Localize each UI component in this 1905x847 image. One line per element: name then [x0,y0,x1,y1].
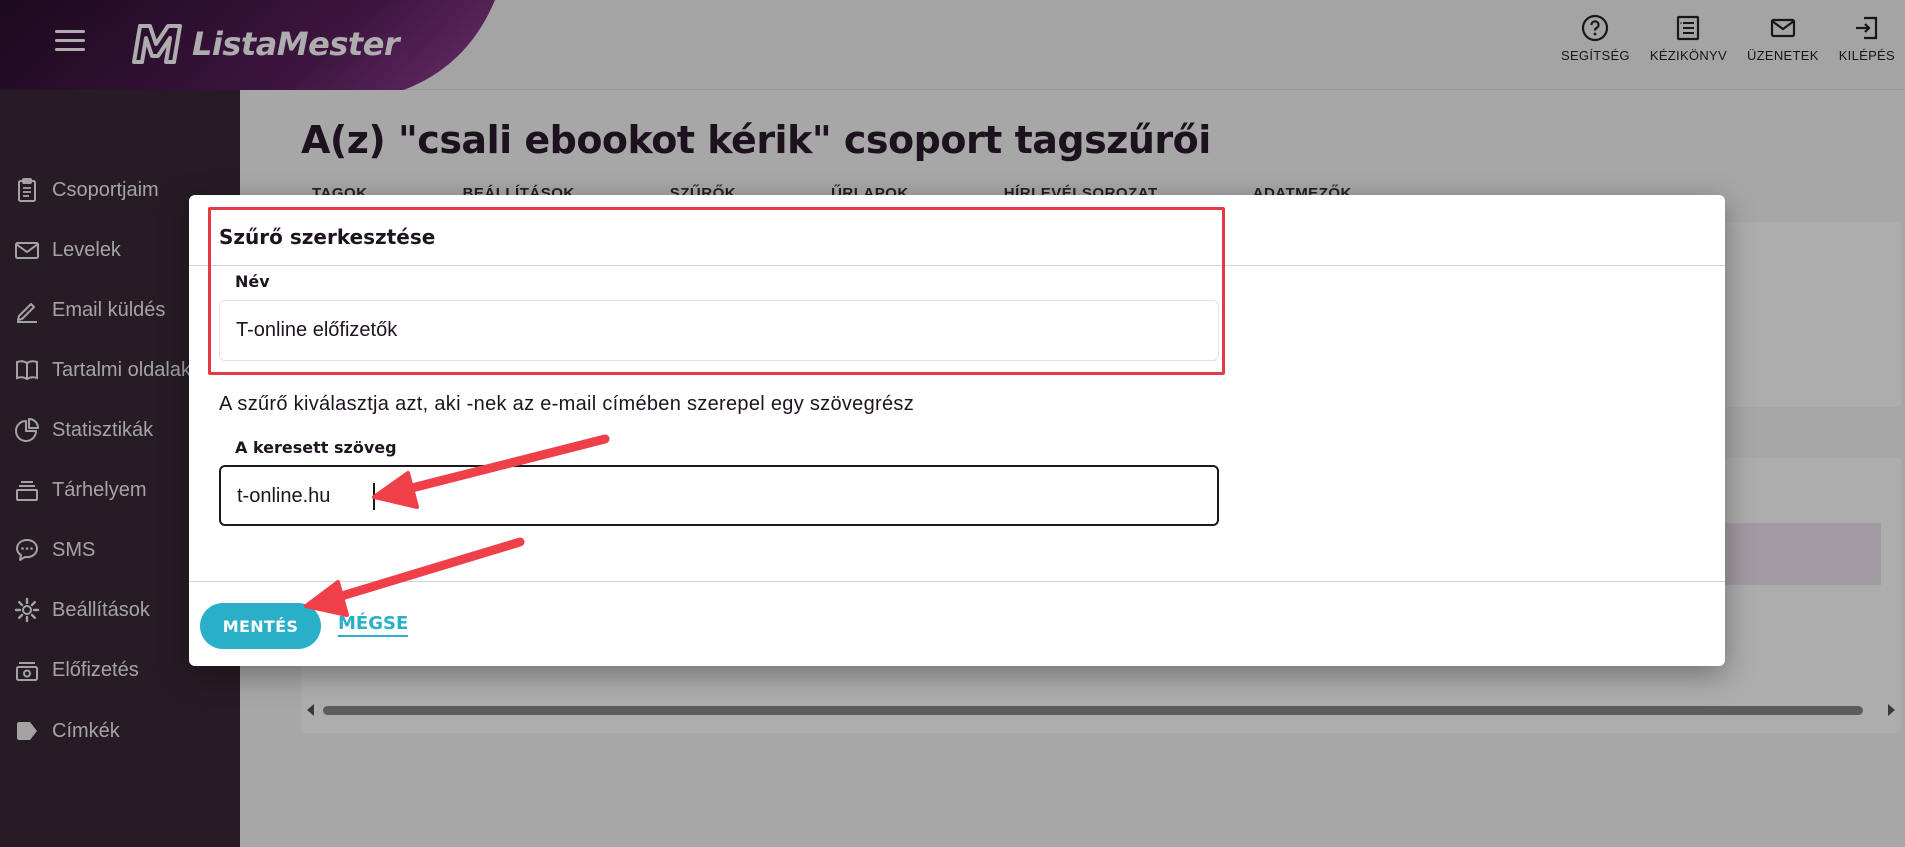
search-text-field[interactable] [219,465,1219,526]
filter-description: A szűrő kiválasztja azt, aki -nek az e-m… [219,393,915,415]
annotation-highlight-box [208,207,1225,375]
cancel-button[interactable]: MÉGSE [338,613,409,637]
search-text-input[interactable] [237,467,1197,526]
text-cursor [373,483,375,510]
search-text-label: A keresett szöveg [235,438,397,457]
dialog-footer-divider [189,581,1725,582]
save-button[interactable]: MENTÉS [200,603,321,649]
